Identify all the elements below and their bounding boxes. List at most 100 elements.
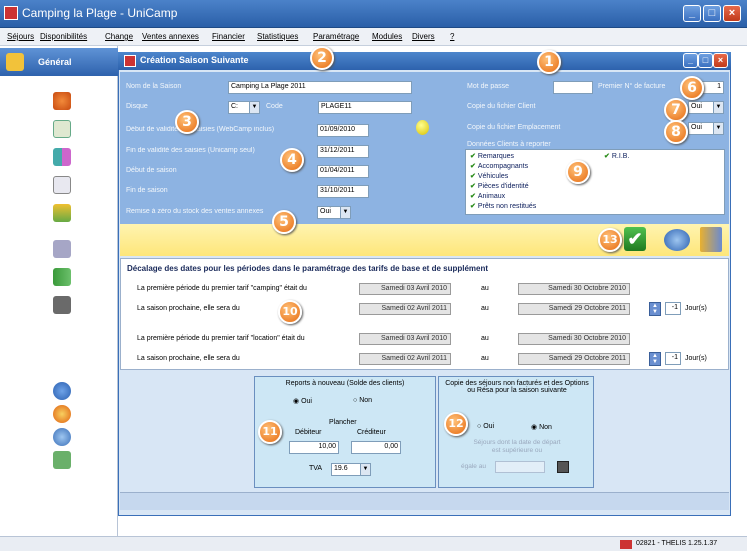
calendar-picker-icon[interactable]	[557, 461, 569, 473]
copie-title: Copie des séjours non facturés et des Op…	[445, 380, 589, 394]
code-input[interactable]: PLAGE11	[318, 101, 412, 114]
ventes-icon[interactable]	[53, 240, 71, 258]
check-accompagnants[interactable]: ✔ Accompagnants	[470, 162, 528, 170]
crediteur-input[interactable]: 0,00	[351, 441, 401, 454]
chevron-down-icon: ▼	[249, 102, 259, 113]
row2-label: La saison prochaine, elle sera du	[137, 305, 240, 312]
check-remarques[interactable]: ✔ Remarques	[470, 152, 514, 160]
dialog-maximize-button[interactable]: □	[698, 53, 713, 68]
debut-ventes-label: Début de validité des saisies (WebCamp i…	[126, 126, 275, 133]
general-icon	[6, 53, 24, 71]
crediteur-label: Créditeur	[357, 429, 386, 436]
fin-saison-label: Fin de saison	[126, 187, 168, 194]
help-icon[interactable]	[53, 382, 71, 400]
lightbulb-icon	[416, 120, 429, 135]
emplacements-icon[interactable]	[53, 148, 71, 166]
debut-saison-input[interactable]: 01/04/2011	[317, 165, 369, 178]
maximize-button[interactable]: □	[703, 5, 721, 22]
copie-emp-value: Oui	[691, 124, 702, 131]
check-rib[interactable]: ✔ R.I.B.	[604, 152, 629, 160]
facture-label: Premier N° de facture	[598, 83, 666, 90]
badge-6: 6	[680, 76, 704, 100]
menu-help[interactable]: ?	[450, 32, 454, 41]
jours-label: Jour(s)	[685, 355, 707, 362]
stock-select[interactable]: Oui ▼	[317, 206, 351, 219]
row2-spinner[interactable]: ▲ ▼	[649, 302, 661, 316]
copie-date-input[interactable]	[495, 461, 545, 473]
menu-statistiques[interactable]: Statistiques	[257, 32, 298, 41]
copie-client-select[interactable]: Oui ▼	[688, 101, 724, 114]
copie-date-label-3: égale au	[461, 463, 486, 470]
status-text: 02821 - THELIS 1.25.1.37	[636, 540, 718, 547]
season-form: Nom de la Saison Camping La Plage 2011 D…	[120, 72, 729, 224]
info-icon[interactable]	[53, 428, 71, 446]
dialog-close-button[interactable]: ×	[713, 53, 728, 68]
exit-icon[interactable]	[53, 451, 71, 469]
clients-icon[interactable]	[53, 92, 71, 110]
row2-start: Samedi 02 Avril 2011	[359, 303, 451, 315]
check-vehicules[interactable]: ✔ Véhicules	[470, 172, 508, 180]
copie-client-label: Copie du fichier Client	[467, 103, 536, 110]
tarifs-icon[interactable]	[53, 204, 71, 222]
statistics-icon[interactable]	[53, 268, 71, 286]
au-label: au	[481, 355, 489, 362]
internet-icon[interactable]	[53, 405, 71, 423]
menu-ventes-annexes[interactable]: Ventes annexes	[142, 32, 199, 41]
copie-emp-select[interactable]: Oui ▼	[688, 122, 724, 135]
safe-icon[interactable]	[53, 296, 71, 314]
menu-change[interactable]: Change	[105, 32, 133, 41]
menu-modules[interactable]: Modules	[372, 32, 402, 41]
row4-days-input[interactable]: -1	[665, 352, 681, 365]
dialog-minimize-button[interactable]: _	[683, 53, 698, 68]
reports-oui-radio[interactable]: ◉ Oui	[293, 397, 312, 405]
sidebar-header[interactable]: Général	[0, 48, 118, 76]
copie-client-value: Oui	[691, 103, 702, 110]
badge-3: 3	[175, 110, 199, 134]
fin-saison-input[interactable]: 31/10/2011	[317, 185, 369, 198]
reports-non-radio[interactable]: ○ Non	[353, 397, 372, 404]
check-pieces[interactable]: ✔ Pièces d'identité	[470, 182, 529, 190]
chevron-down-icon: ▼	[340, 207, 350, 218]
tva-select[interactable]: 19.6 ▼	[331, 463, 371, 476]
fin-ventes-input[interactable]: 31/12/2011	[317, 145, 369, 158]
decalage-title: Décalage des dates pour les périodes dan…	[127, 264, 489, 273]
badge-4: 4	[280, 148, 304, 172]
copie-non-radio[interactable]: ◉ Non	[531, 423, 552, 431]
nom-label: Nom de la Saison	[126, 83, 182, 90]
donnees-list: ✔ Remarques ✔ Accompagnants ✔ Véhicules ✔ Pi…	[465, 149, 725, 215]
copie-oui-radio[interactable]: ○ Oui	[477, 423, 494, 430]
au-label: au	[481, 285, 489, 292]
badge-9: 9	[566, 160, 590, 184]
menu-sejours[interactable]: Séjours	[7, 32, 34, 41]
badge-2: 2	[310, 46, 334, 70]
help-button[interactable]	[664, 229, 690, 251]
row4-spinner[interactable]: ▲ ▼	[649, 352, 661, 366]
menu-bar: Séjours Disponibilités Change Ventes ann…	[0, 28, 747, 46]
validate-button[interactable]: ✔	[624, 227, 646, 251]
minimize-button[interactable]: _	[683, 5, 701, 22]
dialog-icon	[124, 55, 136, 67]
decalage-panel: Décalage des dates pour les périodes dan…	[120, 258, 729, 370]
au-label: au	[481, 335, 489, 342]
debiteur-input[interactable]: 10,00	[289, 441, 339, 454]
debut-ventes-input[interactable]: 01/09/2010	[317, 124, 369, 137]
badge-5: 5	[272, 210, 296, 234]
menu-financier[interactable]: Financier	[212, 32, 245, 41]
close-button[interactable]: ×	[723, 5, 741, 22]
check-animaux[interactable]: ✔ Animaux	[470, 192, 505, 200]
exit-button[interactable]	[700, 227, 722, 252]
row2-days-input[interactable]: -1	[665, 302, 681, 315]
menu-disponibilites[interactable]: Disponibilités	[40, 32, 87, 41]
mdp-input[interactable]	[553, 81, 593, 94]
check-prets[interactable]: ✔ Prêts non restitués	[470, 202, 536, 210]
menu-divers[interactable]: Divers	[412, 32, 435, 41]
nom-input[interactable]: Camping La Plage 2011	[228, 81, 412, 94]
menu-parametrage[interactable]: Paramétrage	[313, 32, 359, 41]
planning-icon[interactable]	[53, 120, 71, 138]
calendar-icon[interactable]	[53, 176, 71, 194]
chevron-down-icon: ▼	[713, 102, 723, 113]
disque-select[interactable]: C: ▼	[228, 101, 260, 114]
au-label: au	[481, 305, 489, 312]
tva-value: 19.6	[334, 465, 348, 472]
reports-title: Reports à nouveau (Solde des clients)	[285, 380, 405, 387]
